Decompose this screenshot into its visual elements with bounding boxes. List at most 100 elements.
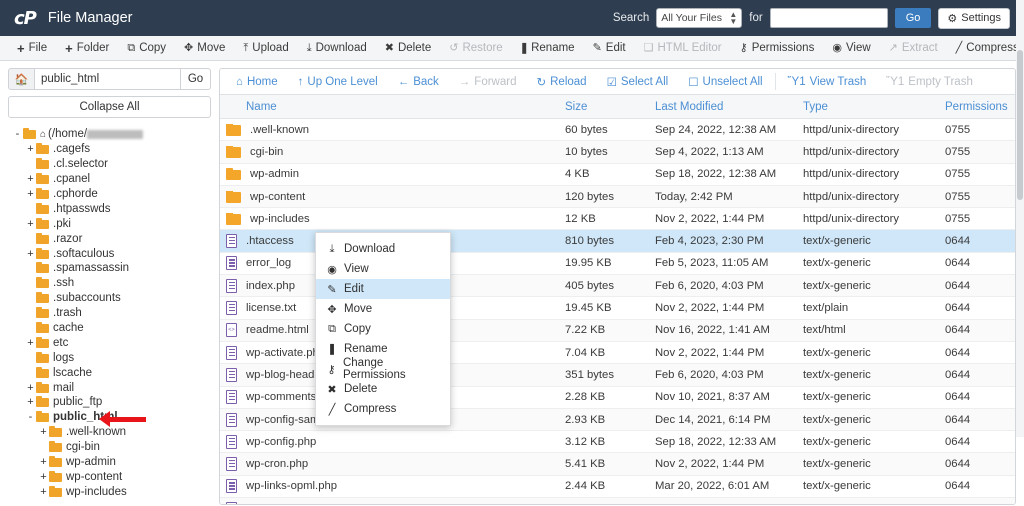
column-header-modified[interactable]: Last Modified xyxy=(655,101,803,113)
expand-toggle-icon[interactable]: + xyxy=(25,173,36,185)
tree-item-cgi-bin[interactable]: cgi-bin xyxy=(8,440,211,455)
file-name-cell: wp-load.php xyxy=(220,501,565,504)
table-row[interactable]: cgi-bin 10 bytes Sep 4, 2022, 1:13 AM httpd… xyxy=(220,141,1015,164)
tree-item-.htpasswds[interactable]: .htpasswds xyxy=(8,201,211,216)
trash-icon: Ὕ1 xyxy=(787,75,806,88)
tree-item-.cphorde[interactable]: + .cphorde xyxy=(8,187,211,202)
toolbar-item-label: View xyxy=(845,42,871,54)
column-header-name[interactable]: Name xyxy=(220,101,565,113)
toolbar-compress-button[interactable]: ╱ Compress xyxy=(947,36,1024,61)
nav-view-trash-button[interactable]: Ὕ1 View Trash xyxy=(778,69,877,95)
tree-item-wp-content[interactable]: + wp-content xyxy=(8,469,211,484)
tree-item-.subaccounts[interactable]: .subaccounts xyxy=(8,291,211,306)
context-menu-change-permissions-item[interactable]: ⚷ Change Permissions xyxy=(316,357,450,381)
nav-select-all-button[interactable]: ☑ Select All xyxy=(597,69,679,95)
tree-item-label: .softaculous xyxy=(53,247,115,260)
table-row[interactable]: wp-load.php 3.89 KBNov 2, 2022, 1:44 PMte… xyxy=(220,498,1015,504)
table-row[interactable]: wp-admin 4 KB Sep 18, 2022, 12:38 AM httpd/… xyxy=(220,164,1015,186)
toolbar-edit-button[interactable]: ✎ Edit xyxy=(584,36,635,61)
collapse-toggle-icon[interactable]: - xyxy=(25,411,36,423)
expand-toggle-icon[interactable]: + xyxy=(38,471,49,483)
table-row[interactable]: wp-content 120 bytes Today, 2:42 PM httpd/u… xyxy=(220,185,1015,209)
path-input[interactable]: public_html xyxy=(34,68,181,90)
search-go-button[interactable]: Go xyxy=(894,8,932,28)
file-name-cell: wp-config.php xyxy=(220,434,565,449)
expand-toggle-icon[interactable]: + xyxy=(25,188,36,200)
expand-toggle-icon[interactable]: + xyxy=(25,218,36,230)
tree-item-.pki[interactable]: + .pki xyxy=(8,216,211,231)
settings-button[interactable]: ⚙ Settings xyxy=(938,7,1010,29)
table-row[interactable]: wp-config.php 3.12 KB Sep 18, 2022, 12:33 … xyxy=(220,431,1015,454)
tree-item-lscache[interactable]: lscache xyxy=(8,365,211,380)
expand-toggle-icon[interactable]: + xyxy=(25,248,36,260)
tree-item-cache[interactable]: cache xyxy=(8,321,211,336)
toolbar-view-button[interactable]: ◉ View xyxy=(823,36,879,61)
context-menu-rename-item[interactable]: █ Rename xyxy=(316,339,450,359)
toolbar-move-button[interactable]: ✥ Move xyxy=(175,36,234,61)
home-icon[interactable]: 🏠 xyxy=(8,68,34,90)
toolbar-folder-button[interactable]: + Folder xyxy=(56,36,118,61)
tree-item-.well-known[interactable]: + .well-known xyxy=(8,425,211,440)
context-menu-download-item[interactable]: ⤓ Download xyxy=(316,239,450,259)
expand-toggle-icon[interactable]: + xyxy=(38,486,49,498)
tree-item-label: wp-includes xyxy=(66,485,127,498)
file-permissions-cell: 0644 xyxy=(945,503,1015,504)
toolbar-permissions-button[interactable]: ⚷ Permissions xyxy=(731,36,824,61)
toolbar-delete-button[interactable]: ✖ Delete xyxy=(376,36,440,61)
context-menu-item-label: Download xyxy=(344,243,396,255)
nav-home-button[interactable]: ⌂ Home xyxy=(226,69,288,95)
nav-unselect-all-button[interactable]: ☐ Unselect All xyxy=(678,69,772,95)
tree-item-.cagefs[interactable]: + .cagefs xyxy=(8,142,211,157)
file-type-cell: httpd/unix-directory xyxy=(803,190,900,203)
nav-reload-button[interactable]: ↻ Reload xyxy=(526,69,596,95)
collapse-all-button[interactable]: Collapse All xyxy=(8,96,211,118)
tree-item-.ssh[interactable]: .ssh xyxy=(8,276,211,291)
path-go-button[interactable]: Go xyxy=(181,68,211,90)
toolbar-file-button[interactable]: + File xyxy=(8,36,56,61)
tree-item-.softaculous[interactable]: + .softaculous xyxy=(8,246,211,261)
table-row[interactable]: .well-known 60 bytes Sep 24, 2022, 12:38 A… xyxy=(220,119,1015,142)
expand-toggle-icon[interactable]: + xyxy=(25,382,36,394)
nav-up-one-level-button[interactable]: ↑ Up One Level xyxy=(288,69,388,95)
tree-item-.trash[interactable]: .trash xyxy=(8,306,211,321)
column-header-permissions[interactable]: Permissions xyxy=(945,101,1015,113)
toolbar-upload-button[interactable]: ⤒ Upload xyxy=(234,36,297,61)
search-input[interactable] xyxy=(769,8,888,28)
expand-toggle-icon[interactable]: + xyxy=(38,456,49,468)
context-menu-view-item[interactable]: ◉ View xyxy=(316,259,450,279)
settings-button-label: Settings xyxy=(961,12,1001,24)
tree-item-wp-includes[interactable]: + wp-includes xyxy=(8,484,211,499)
expand-toggle-icon[interactable]: + xyxy=(38,426,49,438)
tree-item-wp-admin[interactable]: + wp-admin xyxy=(8,455,211,470)
tree-item-public_ftp[interactable]: + public_ftp xyxy=(8,395,211,410)
collapse-toggle-icon[interactable]: - xyxy=(12,128,23,140)
toolbar-rename-button[interactable]: █ Rename xyxy=(512,36,584,61)
search-scope-select[interactable]: All Your Files ▲ ▼ xyxy=(656,8,743,28)
context-menu-compress-item[interactable]: ╱ Compress xyxy=(316,399,450,419)
table-row[interactable]: wp-links-opml.php 2.44 KB Mar 20, 2022, 6:… xyxy=(220,476,1015,499)
tree-item-.spamassassin[interactable]: .spamassassin xyxy=(8,261,211,276)
context-menu-edit-item[interactable]: ✎ Edit xyxy=(316,279,450,299)
tree-item-home[interactable]: - ⌂ (/home/ xyxy=(8,127,211,142)
tree-item-.cpanel[interactable]: + .cpanel xyxy=(8,172,211,187)
expand-toggle-icon[interactable]: + xyxy=(25,396,36,408)
table-row[interactable]: wp-cron.php 5.41 KB Nov 2, 2022, 1:44 PM te… xyxy=(220,453,1015,476)
column-header-type[interactable]: Type xyxy=(803,101,945,113)
nav-back-button[interactable]: ← Back xyxy=(388,69,449,95)
toolbar-download-button[interactable]: ⤓ Download xyxy=(298,36,376,61)
context-menu-copy-item[interactable]: ⧉ Copy xyxy=(316,319,450,339)
column-header-size[interactable]: Size xyxy=(565,101,655,113)
expand-toggle-icon[interactable]: + xyxy=(25,143,36,155)
tree-item-logs[interactable]: logs xyxy=(8,350,211,365)
tree-item-.cl.selector[interactable]: .cl.selector xyxy=(8,157,211,172)
tree-item-etc[interactable]: + etc xyxy=(8,335,211,350)
tree-item-label: mail xyxy=(53,381,75,394)
tree-item-.razor[interactable]: .razor xyxy=(8,231,211,246)
page-title: File Manager xyxy=(47,10,133,26)
tree-item-mail[interactable]: + mail xyxy=(8,380,211,395)
toolbar-copy-button[interactable]: ⧉ Copy xyxy=(118,36,175,61)
context-menu-move-item[interactable]: ✥ Move xyxy=(316,299,450,319)
expand-toggle-icon[interactable]: + xyxy=(25,337,36,349)
table-row[interactable]: wp-includes 12 KB Nov 2, 2022, 1:44 PM http… xyxy=(220,208,1015,231)
context-menu-delete-item[interactable]: ✖ Delete xyxy=(316,379,450,399)
